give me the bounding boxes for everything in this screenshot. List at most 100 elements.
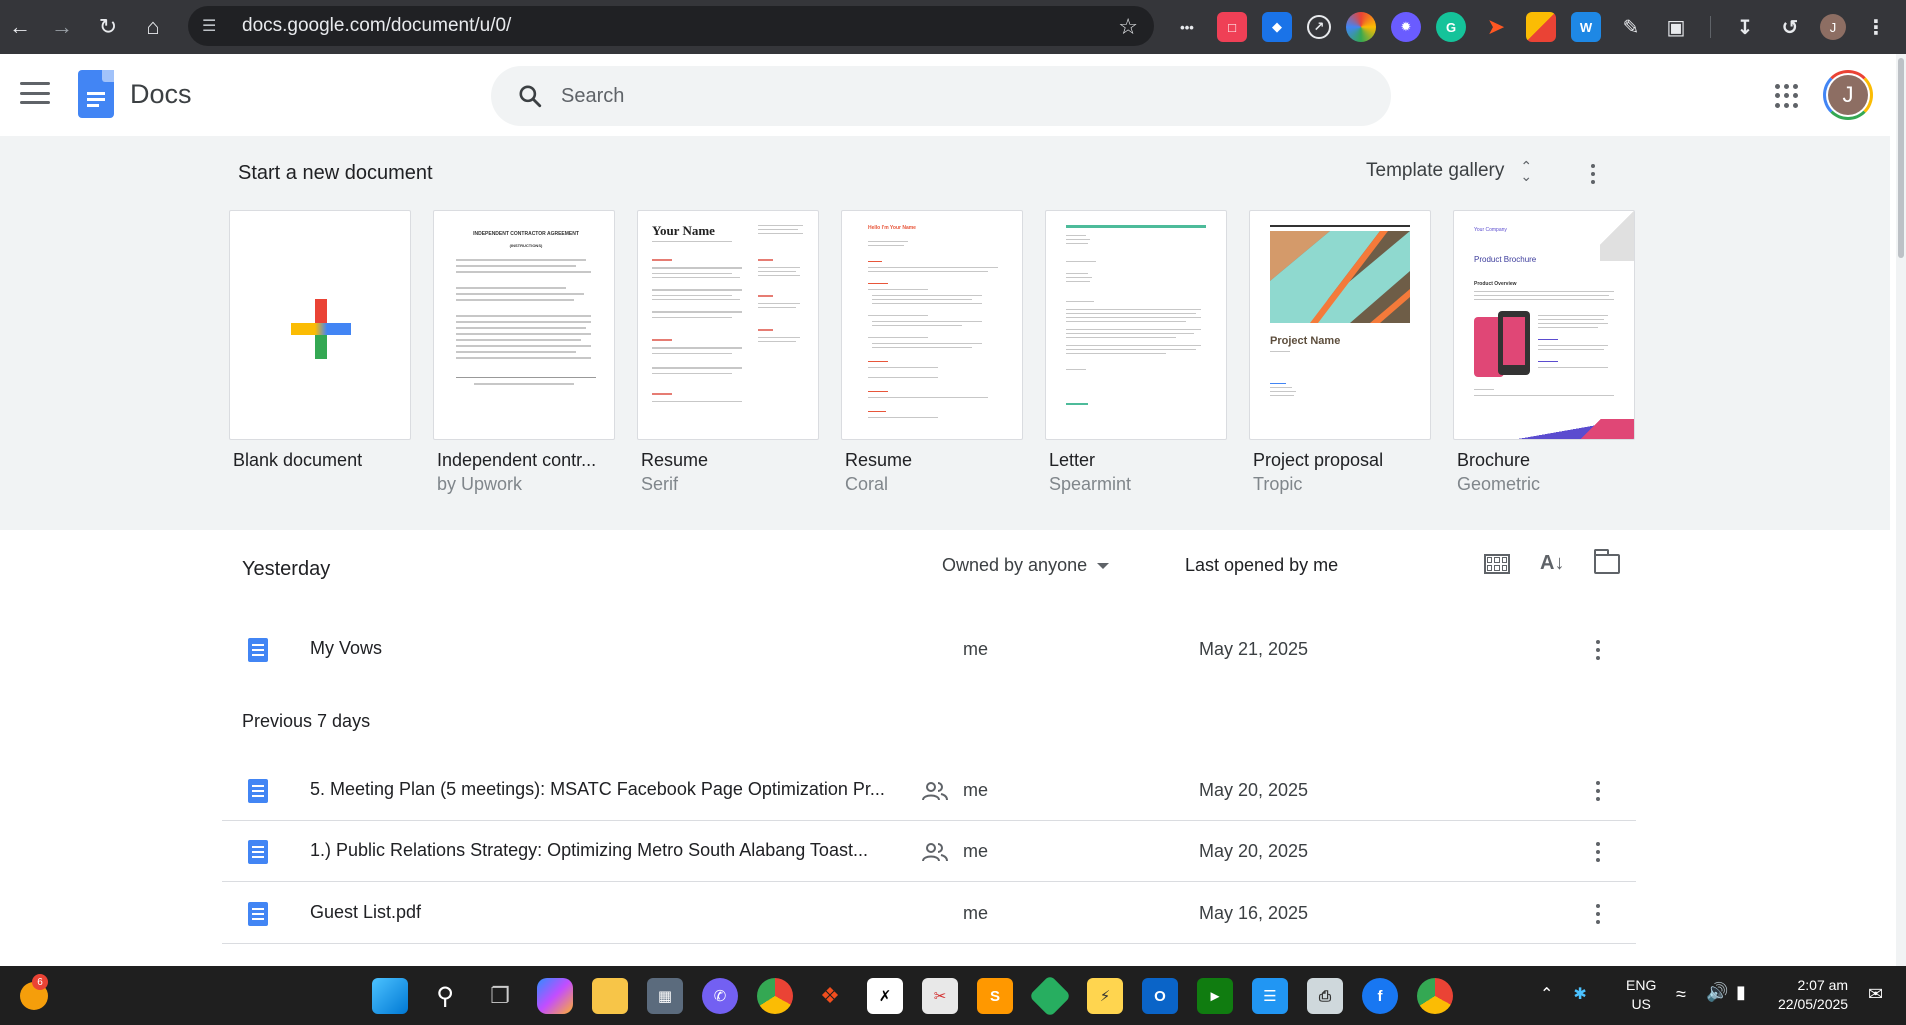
folder-picker-icon[interactable] (1593, 548, 1621, 574)
notifications-icon[interactable]: ✉ (1868, 984, 1883, 1005)
search-input[interactable] (561, 76, 1361, 116)
file-title[interactable]: Guest List.pdf (310, 902, 421, 923)
dots-extension-icon[interactable]: ••• (1172, 12, 1202, 42)
reload-icon[interactable]: ↻ (88, 7, 128, 47)
main-menu-icon[interactable] (20, 82, 50, 104)
template-blank-document[interactable] (229, 210, 411, 440)
address-bar[interactable]: ☰ docs.google.com/document/u/0/ ☆ (188, 6, 1154, 46)
browser-menu-icon[interactable]: ⋮ (1861, 12, 1891, 42)
back-icon[interactable]: ← (0, 7, 40, 47)
file-owner: me (963, 903, 989, 923)
sort-az-icon[interactable]: A↓ (1540, 552, 1564, 575)
file-row[interactable]: My Vows me May 21, 2025 (222, 620, 1636, 680)
search-bar[interactable] (491, 66, 1391, 126)
account-initial: J (1828, 75, 1868, 115)
taskbar-apps: ⚲ ❐ ▦ ✆ ❖ ✗ ✂ S ⚡ O ► ☰ ⎙ f (372, 974, 1453, 1018)
sort-label[interactable]: Last opened by me (1185, 555, 1338, 576)
system-clock[interactable]: 2:07 am 22/05/2025 (1778, 976, 1848, 1014)
template-preview-graphic (1270, 231, 1410, 323)
green-app-icon[interactable] (1028, 974, 1072, 1018)
chrome-icon[interactable] (757, 978, 793, 1014)
cube-extension-icon[interactable] (1526, 12, 1556, 42)
gear-extension-icon[interactable]: ✹ (1391, 12, 1421, 42)
template-resume-coral[interactable]: Hello I'm Your Name (841, 210, 1023, 440)
tag-extension-icon[interactable]: ◆ (1262, 12, 1292, 42)
facebook-icon[interactable]: f (1362, 978, 1398, 1014)
template-gallery-button[interactable]: Template gallery ⌃ ⌄ (1366, 159, 1532, 183)
more-options-icon[interactable] (1595, 904, 1601, 924)
more-options-icon[interactable] (1595, 640, 1601, 660)
capcut-icon[interactable]: ✗ (867, 978, 903, 1014)
outlook-icon[interactable]: O (1142, 978, 1178, 1014)
compass-extension-icon[interactable]: ↗ (1307, 15, 1331, 39)
task-view-icon[interactable]: ❐ (482, 978, 518, 1014)
owned-by-filter[interactable]: Owned by anyone (942, 555, 1110, 576)
template-section: Start a new document Template gallery ⌃ ⌄… (0, 136, 1890, 530)
viber-icon[interactable]: ✆ (702, 978, 738, 1014)
template-preview-heading: INDEPENDENT CONTRACTOR AGREEMENT (473, 231, 579, 237)
battery-icon[interactable]: ▮ (1736, 982, 1746, 1003)
word-extension-icon[interactable]: W (1571, 12, 1601, 42)
file-owner: me (963, 639, 989, 659)
template-name: Brochure (1457, 450, 1531, 470)
sticky-app-icon[interactable]: ⚡ (1087, 978, 1123, 1014)
template-brochure-geometric[interactable]: Your Company Product Brochure Product Ov… (1453, 210, 1635, 440)
chrome-profile-icon[interactable] (1417, 978, 1453, 1014)
grid-view-icon[interactable] (1484, 553, 1510, 574)
template-preview-overview: Product Overview (1474, 281, 1517, 287)
file-title[interactable]: 5. Meeting Plan (5 meetings): MSATC Face… (310, 779, 885, 800)
search-icon[interactable] (517, 83, 543, 109)
file-row[interactable]: Guest List.pdf me May 16, 2025 (222, 884, 1636, 944)
calculator-icon[interactable]: ▦ (647, 978, 683, 1014)
home-icon[interactable]: ⌂ (133, 7, 173, 47)
file-title[interactable]: 1.) Public Relations Strategy: Optimizin… (310, 840, 868, 861)
file-row[interactable]: 1.) Public Relations Strategy: Optimizin… (222, 822, 1636, 882)
bluetooth-icon[interactable]: ✱ (1573, 984, 1586, 1004)
pocket-extension-icon[interactable]: □ (1217, 12, 1247, 42)
template-independent-contractor[interactable]: INDEPENDENT CONTRACTOR AGREEMENT (INSTRU… (433, 210, 615, 440)
sync-icon[interactable]: ↺ (1775, 12, 1805, 42)
template-resume-serif[interactable]: Your Name (637, 210, 819, 440)
grammarly-extension-icon[interactable]: G (1436, 12, 1466, 42)
printer-app-icon[interactable]: ⎙ (1307, 978, 1343, 1014)
figma-icon[interactable]: ❖ (812, 978, 848, 1014)
bookmark-star-icon[interactable]: ☆ (1118, 14, 1138, 40)
input-language[interactable]: ENG US (1626, 976, 1656, 1014)
arrow-extension-icon[interactable]: ➤ (1481, 12, 1511, 42)
clock-date: 22/05/2025 (1778, 996, 1849, 1012)
show-hidden-icons-icon[interactable]: ⌃ (1540, 984, 1553, 1004)
template-project-proposal[interactable]: Project Name (1249, 210, 1431, 440)
google-apps-icon[interactable] (1775, 84, 1799, 108)
docs-logo-icon[interactable] (78, 70, 114, 118)
more-options-icon[interactable] (1595, 842, 1601, 862)
template-letter-spearmint[interactable] (1045, 210, 1227, 440)
address-url[interactable]: docs.google.com/document/u/0/ (242, 15, 511, 37)
account-avatar[interactable]: J (1823, 70, 1873, 120)
template-subtitle: by Upwork (437, 474, 523, 494)
wifi-icon[interactable]: ≈ (1676, 984, 1686, 1005)
file-explorer-icon[interactable] (592, 978, 628, 1014)
file-row[interactable]: 5. Meeting Plan (5 meetings): MSATC Face… (222, 761, 1636, 821)
notepad-icon[interactable]: ☰ (1252, 978, 1288, 1014)
snipping-tool-icon[interactable]: ✂ (922, 978, 958, 1014)
weather-badge: 6 (32, 974, 48, 990)
ring-extension-icon[interactable] (1346, 12, 1376, 42)
more-options-icon[interactable] (1595, 781, 1601, 801)
download-icon[interactable]: ↧ (1730, 12, 1760, 42)
puzzle-extensions-icon[interactable]: ▣ (1661, 12, 1691, 42)
scrollbar-thumb[interactable] (1898, 58, 1904, 258)
forward-icon[interactable]: → (42, 7, 82, 47)
site-settings-icon[interactable]: ☰ (202, 16, 226, 36)
browser-profile-avatar[interactable]: J (1820, 14, 1846, 40)
template-more-options-icon[interactable] (1590, 164, 1596, 184)
eyedropper-extension-icon[interactable]: ✎ (1616, 12, 1646, 42)
volume-icon[interactable]: 🔊 (1706, 982, 1728, 1003)
sublime-text-icon[interactable]: S (977, 978, 1013, 1014)
extensions-bar: ••• □ ◆ ↗ ✹ G ➤ W ✎ ▣ ↧ ↺ J ⋮ (1172, 9, 1891, 45)
app-name[interactable]: Docs (130, 79, 192, 110)
xbox-game-bar-icon[interactable]: ► (1197, 978, 1233, 1014)
file-title[interactable]: My Vows (310, 638, 382, 659)
copilot-icon[interactable] (537, 978, 573, 1014)
taskbar-search-icon[interactable]: ⚲ (427, 978, 463, 1014)
windows-start-icon[interactable] (372, 978, 408, 1014)
